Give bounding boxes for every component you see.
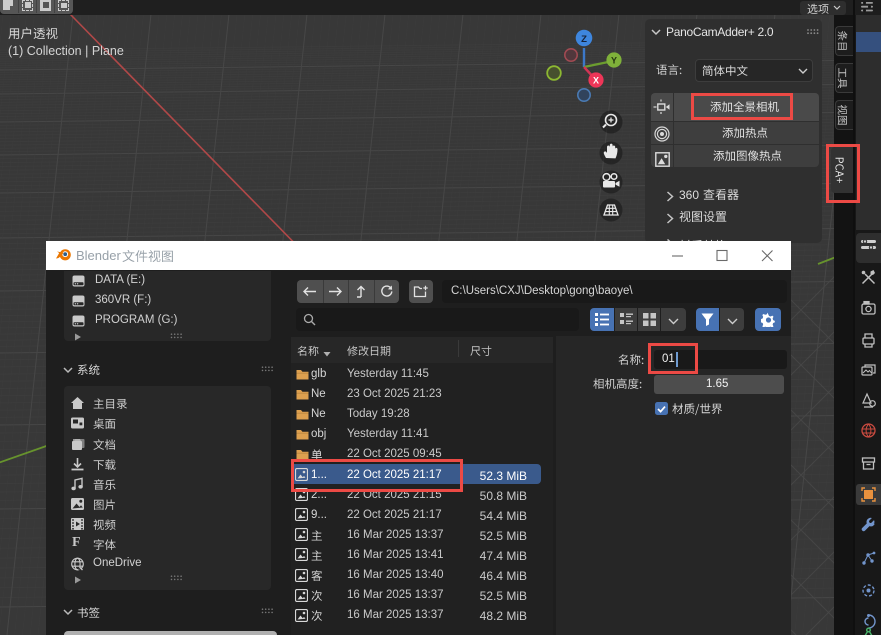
svg-text:Z: Z	[581, 34, 587, 45]
svg-text:Y: Y	[611, 56, 617, 66]
svg-text:X: X	[593, 76, 599, 86]
